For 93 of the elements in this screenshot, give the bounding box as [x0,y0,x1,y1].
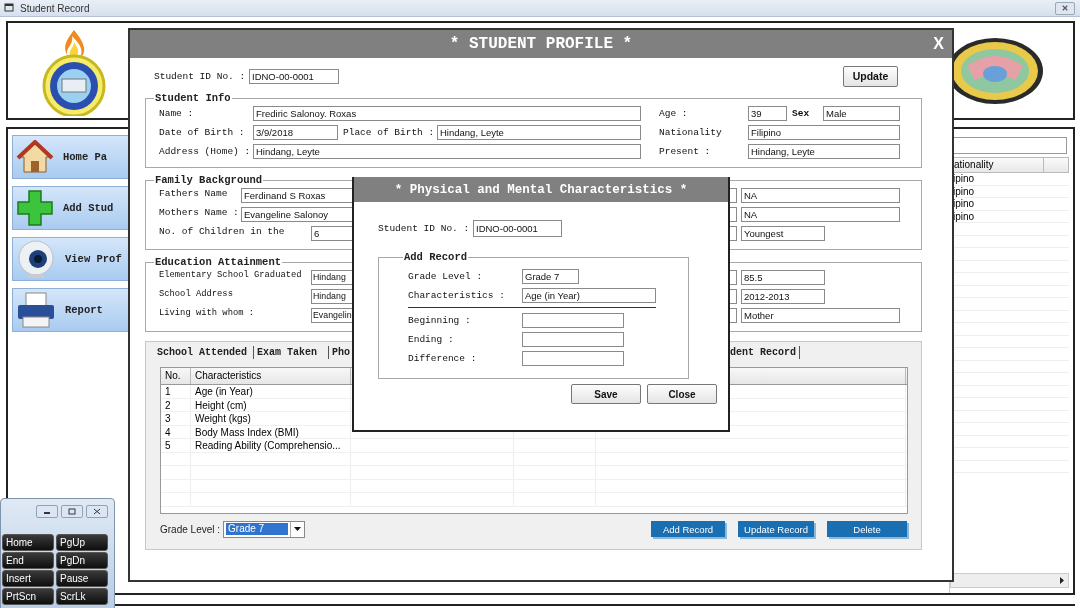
keyboard-key[interactable]: PgUp [56,534,108,551]
keyboard-key[interactable]: Home [2,534,54,551]
text-field[interactable]: Filipino [748,125,900,140]
field-label: Name : [159,108,195,119]
table-cell: 3 [161,412,191,425]
text-field[interactable]: Hindang, Leyte [253,144,641,159]
text-field[interactable]: 3/9/2018 [253,125,338,140]
window-title: Student Record [20,2,90,14]
table-cell: Body Mass Index (BMI) [191,425,351,438]
text-field[interactable]: Grade 7 [522,269,579,284]
field-label: Grade Level : [408,271,484,282]
table-cell: Height (cm) [191,398,351,411]
field-label: Characteristics : [408,290,506,301]
action-button[interactable]: Delete [827,521,907,537]
tab[interactable]: Exam Taken [254,345,329,359]
keyboard-key[interactable]: PrtScn [2,588,54,605]
table-cell: 5 [161,439,191,452]
text-field[interactable]: Frediric Salonoy. Roxas [253,106,641,121]
keyboard-key[interactable]: PgDn [56,552,108,569]
dialog-title: * STUDENT PROFILE * [449,35,633,53]
horizontal-scrollbar[interactable] [950,573,1069,588]
field-label: Elementary School Graduated [159,270,303,282]
tab[interactable]: School Attended [154,345,254,359]
text-field[interactable]: 39 [748,106,787,121]
text-field[interactable]: IDNO-00-0001 [473,219,562,237]
field-label: Mothers Name : [159,207,240,220]
field-label: School Address [159,289,234,301]
section-title: Family Background [154,174,264,186]
dialog-title: * Physical and Mental Characteristics * [394,182,688,197]
printer-icon [16,291,56,329]
save-button[interactable]: Save [571,384,641,404]
table-cell: Weight (kgs) [191,412,351,425]
field-label: No. of Children in the [159,226,286,239]
text-field[interactable]: Age (in Year) [522,288,656,303]
grade-level-dropdown[interactable]: Grade 7 [223,520,306,538]
field-label: Address (Home) : [159,146,252,157]
action-button[interactable]: Update Record [738,521,814,537]
action-button[interactable]: Add Record [651,521,725,537]
field-label: Place of Birth : [343,127,436,138]
table-cell: 2 [161,398,191,411]
maximize-icon [68,508,76,515]
plus-icon [16,189,54,227]
keyboard-key[interactable]: Pause [56,570,108,587]
column-header: No. [161,368,191,384]
column-header: Characteristics [191,368,351,384]
webcam-icon [16,239,56,279]
house-icon [16,140,54,174]
close-button[interactable] [86,505,108,518]
table-cell: 4 [161,425,191,438]
close-icon [1062,4,1068,12]
field-label: Fathers Name [159,188,229,201]
text-field[interactable]: NA [741,188,900,203]
minimize-button[interactable] [36,505,58,518]
text-field[interactable]: 2012-2013 [741,289,825,304]
field-label: Student ID No. : [378,222,471,234]
text-field[interactable]: Hindang, Leyte [748,144,900,159]
field-label: Ending : [408,334,455,345]
field-label: Present : [659,146,712,157]
dropdown-arrow-icon [294,527,302,531]
field-label: Difference : [408,353,478,364]
text-field[interactable]: NA [741,207,900,222]
text-field[interactable]: 85.5 [741,270,825,285]
field-label: Living with whom : [159,308,256,320]
text-field[interactable] [522,332,624,347]
section-title: Education Attainment [154,256,283,268]
text-field[interactable]: IDNO-00-0001 [249,68,339,84]
close-button[interactable]: Close [647,384,717,404]
text-field[interactable] [522,351,624,366]
field-label: Sex [792,108,811,119]
table-cell: Reading Ability (Comprehensio... [191,439,351,452]
field-label: Age : [659,108,689,119]
dialog-close-button[interactable]: X [933,35,944,53]
keyboard-key[interactable]: Insert [2,570,54,587]
text-field[interactable]: Youngest [741,226,825,241]
field-label: Beginning : [408,315,472,326]
text-field[interactable]: Mother [741,308,900,323]
keyboard-key[interactable]: End [2,552,54,569]
section-title: Student Info [154,92,232,104]
close-icon [93,508,101,515]
update-button[interactable]: Update [843,65,898,87]
table-cell: Age (in Year) [191,385,351,398]
section-title: Add Record [403,251,468,263]
text-field[interactable]: Male [823,106,900,121]
field-label: Grade Level : [160,523,221,535]
window-close-button[interactable] [1055,1,1075,15]
field-label: Nationality [659,127,723,138]
keyboard-key[interactable]: ScrLk [56,588,108,605]
text-field[interactable] [522,313,624,328]
window-icon [4,3,14,13]
field-label: Date of Birth : [159,127,246,138]
text-field[interactable]: Hindang, Leyte [437,125,641,140]
field-label: Student ID No. : [154,70,247,82]
table-cell: 1 [161,385,191,398]
